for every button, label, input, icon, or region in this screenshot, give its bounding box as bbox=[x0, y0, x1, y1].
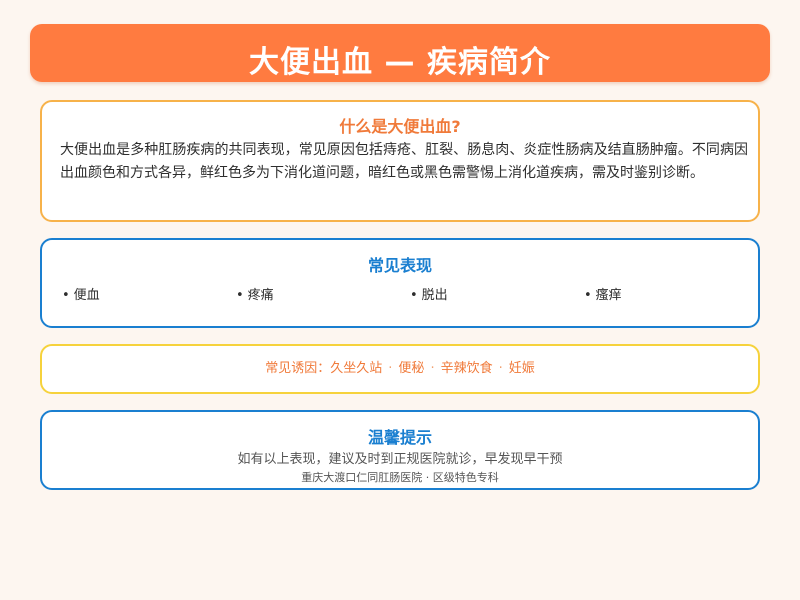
intro-text: 大便出血是多种肛肠疾病的共同表现，常见原因包括痔疮、肛裂、肠息肉、炎症性肠病及结… bbox=[60, 142, 748, 181]
cause-item: 妊娠 bbox=[508, 361, 535, 376]
bullet-icon: • bbox=[236, 288, 244, 303]
hospital-footer: 重庆大渡口仁同肛肠医院 · 区级特色专科 bbox=[301, 471, 499, 484]
page: 大便出血 — 疾病简介 什么是大便出血? 大便出血是多种肛肠疾病的共同表现，常见… bbox=[0, 0, 800, 600]
tips-title: 温馨提示 bbox=[367, 428, 432, 447]
symptom-item: • 便血 bbox=[62, 287, 236, 305]
causes-card: 常见诱因：久坐久站 · 便秘 · 辛辣饮食 · 妊娠 bbox=[40, 344, 760, 394]
causes-prefix: 常见诱因： bbox=[265, 361, 331, 376]
symptom-item: • 瘙痒 bbox=[584, 287, 758, 305]
cause-item: 便秘 bbox=[398, 361, 425, 376]
page-title: 大便出血 — 疾病简介 bbox=[249, 45, 551, 80]
symptom-list: • 便血 • 疼痛 • 脱出 • 瘙痒 bbox=[62, 287, 758, 305]
separator-dot: · bbox=[388, 361, 393, 376]
tips-card: 温馨提示 如有以上表现，建议及时到正规医院就诊，早发现早干预 重庆大渡口仁同肛肠… bbox=[40, 410, 760, 490]
bullet-icon: • bbox=[584, 288, 592, 303]
bullet-icon: • bbox=[62, 288, 70, 303]
symptoms-card: 常见表现 • 便血 • 疼痛 • 脱出 • 瘙痒 bbox=[40, 238, 760, 328]
bullet-icon: • bbox=[410, 288, 418, 303]
causes-line: 常见诱因：久坐久站 · 便秘 · 辛辣饮食 · 妊娠 bbox=[42, 346, 758, 392]
cause-item: 辛辣饮食 bbox=[440, 361, 493, 376]
symptom-label: 脱出 bbox=[421, 288, 448, 303]
symptom-label: 瘙痒 bbox=[595, 288, 622, 303]
intro-card: 什么是大便出血? 大便出血是多种肛肠疾病的共同表现，常见原因包括痔疮、肛裂、肠息… bbox=[40, 100, 760, 222]
header-banner: 大便出血 — 疾病简介 bbox=[30, 24, 770, 82]
tips-text: 如有以上表现，建议及时到正规医院就诊，早发现早干预 bbox=[237, 452, 563, 467]
separator-dot: · bbox=[430, 361, 435, 376]
symptoms-title: 常见表现 bbox=[367, 256, 432, 275]
symptom-item: • 疼痛 bbox=[236, 287, 410, 305]
intro-title: 什么是大便出血? bbox=[339, 117, 461, 136]
cause-item: 久坐久站 bbox=[330, 361, 383, 376]
symptom-label: 疼痛 bbox=[247, 288, 274, 303]
symptom-label: 便血 bbox=[73, 288, 100, 303]
separator-dot: · bbox=[498, 361, 503, 376]
symptom-item: • 脱出 bbox=[410, 287, 584, 305]
